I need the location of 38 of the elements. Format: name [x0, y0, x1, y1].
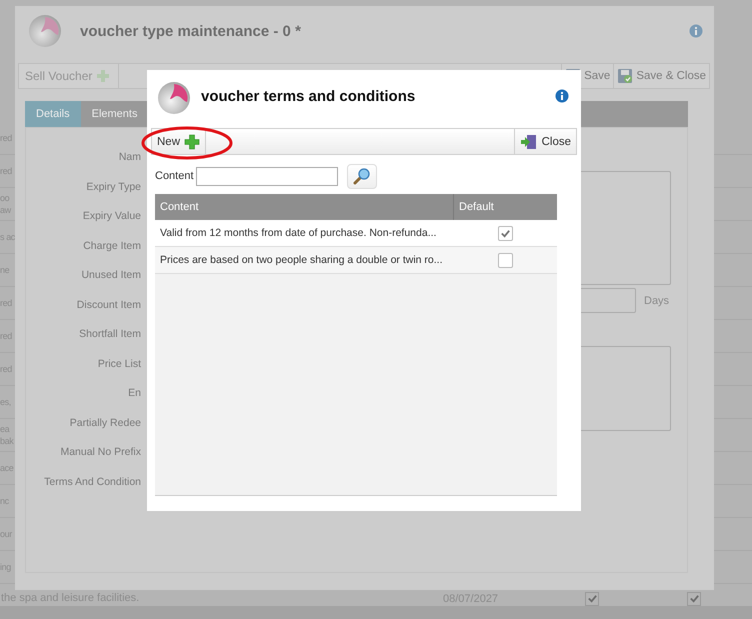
checkbox[interactable] [585, 592, 599, 606]
logo-icon [157, 81, 191, 115]
field-label: Price List [98, 356, 141, 370]
field-label: Manual No Prefix [60, 445, 141, 459]
door-icon [520, 134, 538, 150]
field-label: Terms And Condition [44, 474, 141, 488]
checkbox[interactable] [498, 252, 512, 268]
plus-icon [184, 134, 200, 150]
check-icon [500, 228, 510, 238]
search-label: Content [155, 170, 194, 182]
field-label: Unused Item [81, 268, 141, 282]
dialog-title: voucher terms and conditions [201, 88, 416, 104]
tab[interactable]: Details [25, 101, 81, 127]
days-label: Days [644, 294, 670, 306]
field-label: Nam [118, 150, 141, 164]
info-icon[interactable] [689, 24, 703, 38]
logo-icon [28, 14, 62, 48]
window-title: voucher type maintenance - 0 * [80, 22, 302, 40]
info-icon[interactable] [555, 89, 569, 103]
field-label: Expiry Value [82, 209, 141, 223]
field-label: Discount Item [76, 298, 141, 312]
column-header[interactable]: Content [155, 194, 453, 220]
field-label: En [128, 386, 141, 400]
field-label: Charge Item [83, 238, 141, 252]
field-label: Shortfall Item [79, 327, 141, 341]
search-icon [352, 167, 371, 185]
table-cell: Valid from 12 months from date of purchase. Non-refunda... [160, 226, 436, 240]
save-icon [617, 68, 634, 84]
field-label: Expiry Type [86, 180, 141, 194]
search-button[interactable] [346, 164, 377, 188]
check-icon [688, 593, 700, 604]
check-icon [586, 593, 598, 604]
checkbox[interactable] [687, 592, 701, 606]
search-field[interactable] [196, 166, 338, 186]
checkbox[interactable] [498, 226, 512, 240]
plus-icon [96, 69, 110, 83]
table-cell: Prices are based on two people sharing a double or twin ro... [160, 254, 443, 266]
field-label: Partially Redee [70, 416, 141, 430]
